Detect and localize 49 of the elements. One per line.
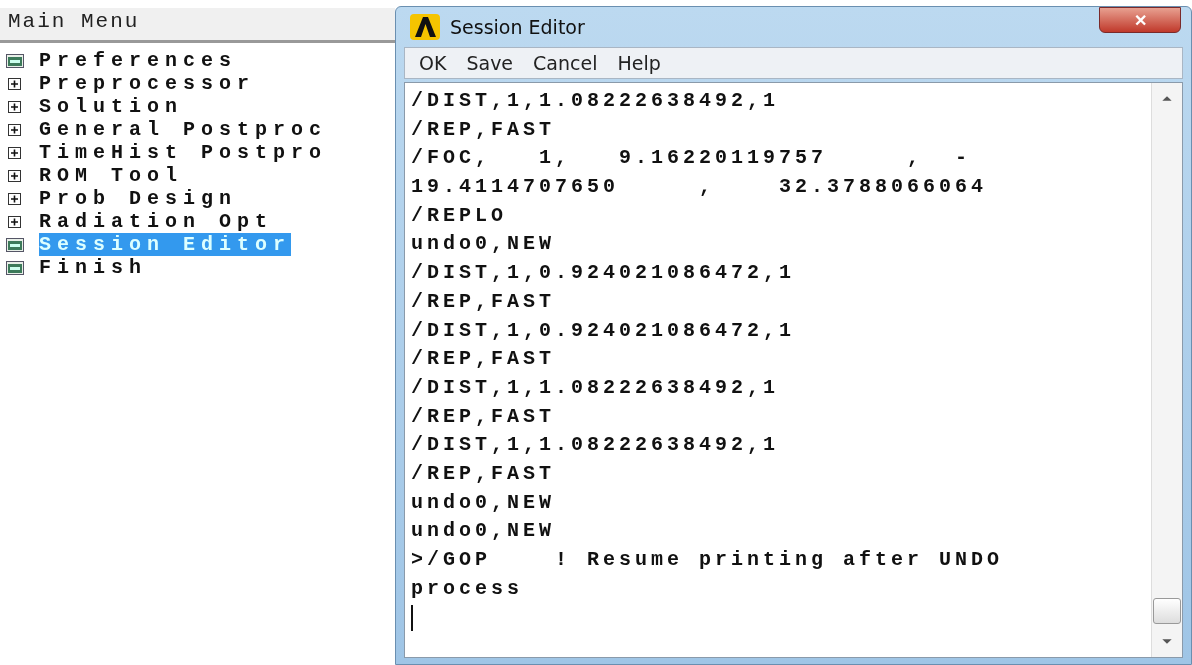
menu-item[interactable]: Prob Design: [39, 187, 238, 210]
menu-item[interactable]: TimeHist Postpro: [39, 141, 328, 164]
code-line: /DIST,1,0.924021086472,1: [411, 260, 797, 287]
menu-item[interactable]: ROM Tool: [39, 164, 183, 187]
menu-button[interactable]: Help: [609, 52, 669, 74]
menu-item[interactable]: Solution: [39, 95, 183, 118]
code-line: 19.4114707650 , 32.3788066064: [411, 174, 989, 201]
menu-item[interactable]: Preferences: [39, 49, 238, 72]
menu-button[interactable]: Cancel: [525, 52, 606, 74]
window-title: Session Editor: [450, 16, 586, 38]
code-line: >/GOP ! Resume printing after UNDO: [411, 547, 1005, 573]
menu-button[interactable]: OK: [411, 52, 455, 74]
code-line: /REP,FAST: [411, 460, 557, 487]
expand-icon[interactable]: [6, 214, 24, 229]
menu-item[interactable]: Finish: [39, 256, 147, 279]
menu-title: Main Menu: [0, 8, 395, 43]
code-line: /REP,FAST: [411, 403, 557, 430]
scroll-up-icon[interactable]: [1161, 95, 1173, 102]
code-line: process: [411, 575, 524, 602]
scroll-down-icon[interactable]: [1161, 638, 1173, 645]
panel-icon: [6, 53, 24, 68]
code-line: /DIST,1,1.08222638492,1: [411, 88, 781, 114]
expand-icon[interactable]: [6, 99, 24, 114]
menu-item[interactable]: Radiation Opt: [39, 210, 274, 233]
expand-icon[interactable]: [6, 122, 24, 137]
expand-icon[interactable]: [6, 145, 24, 160]
code-line: /DIST,1,1.08222638492,1: [411, 432, 781, 459]
text-cursor: [411, 605, 413, 632]
text-editor[interactable]: [404, 82, 1183, 658]
scroll-thumb[interactable]: [1153, 598, 1181, 624]
code-line: /REPLO: [411, 202, 508, 229]
code-line: /DIST,1,0.924021086472,1: [411, 317, 797, 344]
code-line: undo0,NEW: [411, 231, 557, 258]
logo-icon: [410, 14, 440, 40]
menu-item[interactable]: Preprocessor: [39, 72, 256, 95]
panel-icon: [6, 237, 24, 252]
panel-icon: [6, 260, 24, 275]
expand-icon[interactable]: [6, 76, 24, 91]
expand-icon[interactable]: [6, 191, 24, 206]
code-line: undo0,NEW: [411, 489, 557, 516]
code-line: undo0,NEW: [411, 518, 557, 545]
code-line: /REP,FAST: [411, 346, 557, 373]
code-line: /REP,FAST: [411, 288, 557, 315]
menu-button[interactable]: Save: [458, 52, 522, 74]
code-line: /FOC, 1, 9.16220119757 , -: [411, 145, 973, 172]
code-line: /REP,FAST: [411, 116, 557, 143]
menu-item[interactable]: General Postproc: [39, 118, 328, 141]
expand-icon[interactable]: [6, 168, 24, 183]
code-line: /DIST,1,1.08222638492,1: [411, 374, 781, 401]
